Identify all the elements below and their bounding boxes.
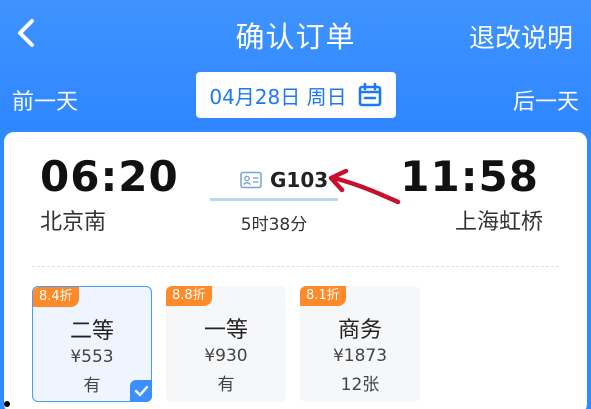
arrival-time: 11:58 (400, 152, 539, 201)
train-number-button[interactable]: G103 (240, 168, 328, 192)
selected-check-badge (130, 380, 152, 402)
seat-class-name: 商务 (337, 318, 382, 343)
date-selector[interactable]: 04月28日 周日 (196, 72, 396, 118)
departure-station: 北京南 (40, 210, 107, 235)
bullet-dot (4, 401, 10, 407)
card-divider (32, 266, 559, 267)
seat-option-business-class[interactable]: 8.1折 商务 ¥1873 12张 (300, 286, 420, 402)
seat-option-second-class[interactable]: 8.4折 二等 ¥553 有 (32, 286, 152, 402)
calendar-icon (358, 82, 381, 107)
seat-availability: 有 (217, 375, 235, 395)
seat-price: ¥553 (70, 347, 114, 367)
seat-price: ¥930 (204, 346, 248, 366)
train-number: G103 (270, 168, 329, 192)
trip-duration: 5时38分 (240, 215, 308, 235)
seat-availability: 12张 (340, 375, 380, 395)
seat-option-first-class[interactable]: 8.8折 一等 ¥930 有 (166, 286, 286, 402)
discount-badge: 8.8折 (166, 286, 212, 306)
seat-class-name: 一等 (203, 318, 248, 343)
previous-day-button[interactable]: 前一天 (12, 84, 78, 116)
id-card-icon (240, 171, 262, 189)
train-info-card: 06:20 北京南 G103 5时38分 11:58 上海虹桥 8.4折 二等 … (4, 132, 587, 409)
discount-badge: 8.4折 (33, 287, 79, 307)
seat-class-name: 二等 (69, 319, 114, 344)
selected-date: 04月28日 周日 (209, 84, 347, 109)
route-line (210, 198, 338, 201)
discount-badge: 8.1折 (300, 286, 346, 306)
departure-time: 06:20 (40, 152, 179, 201)
check-icon (134, 385, 149, 397)
arrival-station: 上海虹桥 (454, 210, 543, 235)
top-navigation-bar: 确认订单 退改说明 前一天 04月28日 周日 后一天 (0, 0, 591, 130)
refund-policy-link[interactable]: 退改说明 (469, 18, 573, 55)
annotation-arrow-icon (328, 168, 401, 205)
seat-price: ¥1873 (332, 346, 388, 366)
next-day-button[interactable]: 后一天 (513, 84, 579, 116)
